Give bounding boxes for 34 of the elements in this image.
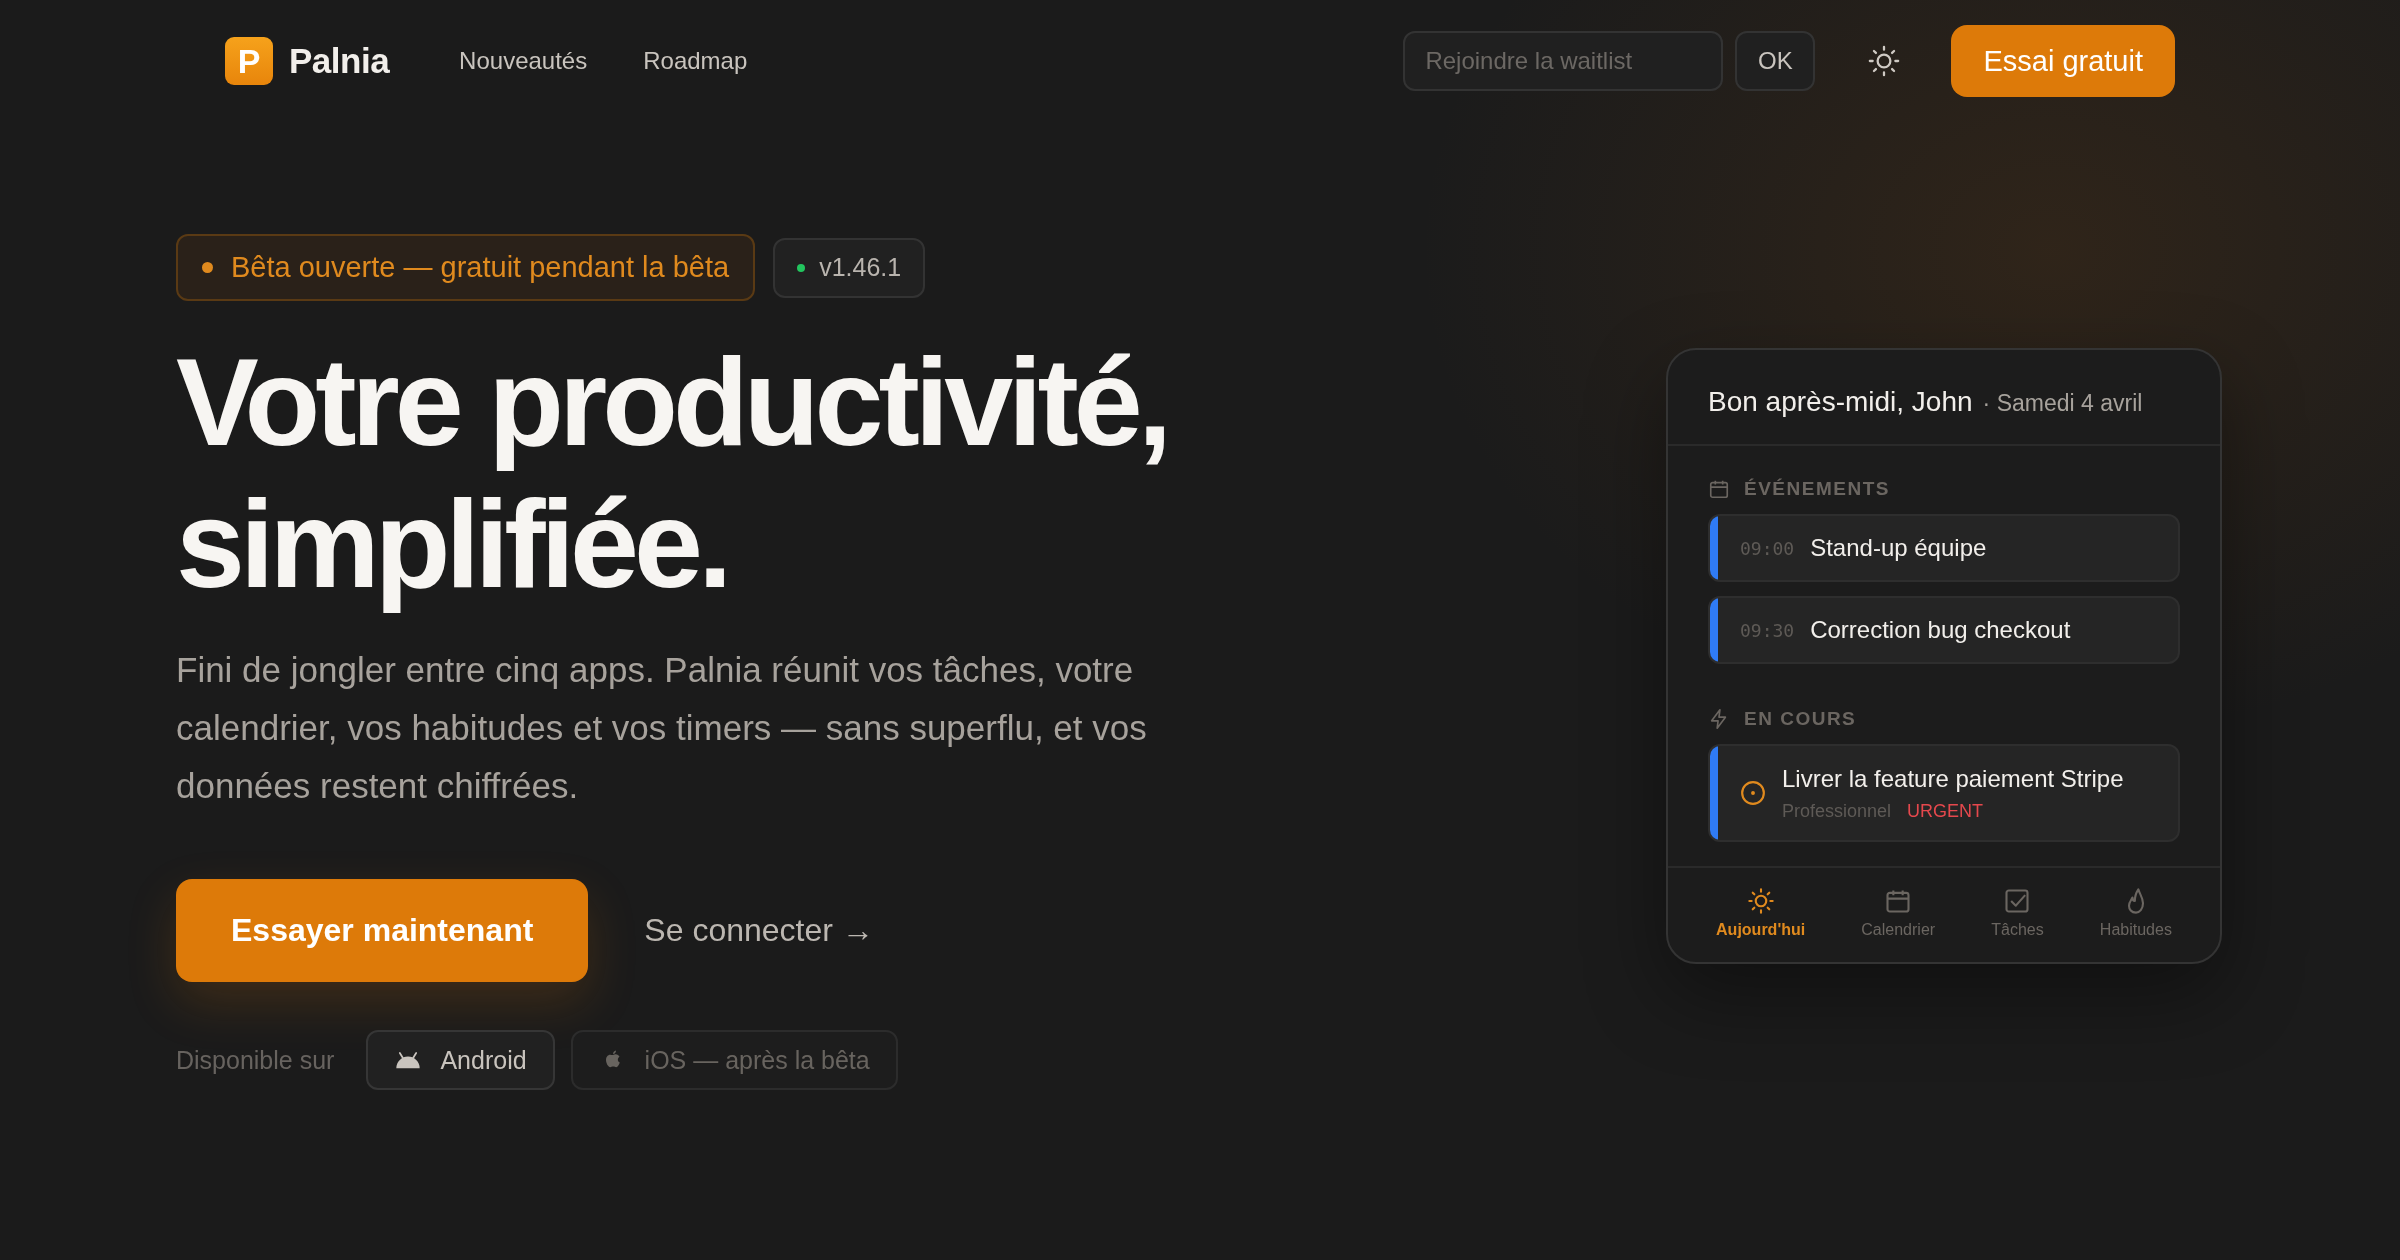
badge-text: Bêta ouverte — gratuit pendant la bêta xyxy=(231,251,730,284)
in-progress-icon xyxy=(1740,780,1766,806)
ok-button[interactable]: OK xyxy=(1735,31,1816,91)
hero-description: Fini de jongler entre cinq apps. Palnia réunit vos tâches, votre calendrier, vos habitudes et vos timers — sans superflu, et vos données restent chiffrées. xyxy=(176,649,1148,807)
date-text: · Samedi 4 avril xyxy=(1982,390,2143,417)
event-time: 09:30 xyxy=(1740,619,1795,641)
event-title: Stand-up équipe xyxy=(1810,534,1987,562)
tab-button[interactable]: Aujourd'hui xyxy=(1710,886,1812,940)
section-heading: EN COURS xyxy=(1744,708,1857,730)
theme-toggle-icon[interactable] xyxy=(1867,44,1902,78)
sun-icon xyxy=(1746,887,1775,915)
section-heading: ÉVÉNEMENTS xyxy=(1744,478,1890,500)
priority-label: URGENT xyxy=(1907,800,1984,822)
hero-title: simplifiée. xyxy=(176,474,728,615)
task-category: Professionnel xyxy=(1782,800,1892,822)
event-item[interactable]: 09:30 Correction bug checkout xyxy=(1708,596,2180,664)
event-time: 09:00 xyxy=(1740,537,1795,559)
nav-link[interactable]: Roadmap xyxy=(643,47,748,75)
available-label: Disponible sur xyxy=(176,1045,335,1075)
nav-link[interactable]: Nouveautés xyxy=(459,47,588,75)
hero-title: Votre productivité, xyxy=(176,332,1168,473)
badge-text: v1.46.1 xyxy=(819,253,902,282)
task-title: Livrer la feature paiement Stripe xyxy=(1782,764,2124,793)
calendar-icon xyxy=(1708,478,1730,500)
waitlist-field[interactable]: Rejoindre la waitlist xyxy=(1403,31,1724,91)
task-item[interactable]: Livrer la feature paiement Stripe Professionnel URGENT xyxy=(1708,744,2180,842)
greeting-text: Bon après-midi, John xyxy=(1708,386,1973,418)
sign-in-link[interactable]: Se connecter → xyxy=(644,912,874,949)
checkbox-icon xyxy=(2003,887,2032,915)
platform-button[interactable]: Android xyxy=(366,1030,555,1090)
event-title: Correction bug checkout xyxy=(1810,616,2071,644)
android-icon xyxy=(394,1049,423,1071)
brand-name[interactable]: Palnia xyxy=(289,41,390,81)
event-item[interactable]: 09:00 Stand-up équipe xyxy=(1708,514,2180,582)
